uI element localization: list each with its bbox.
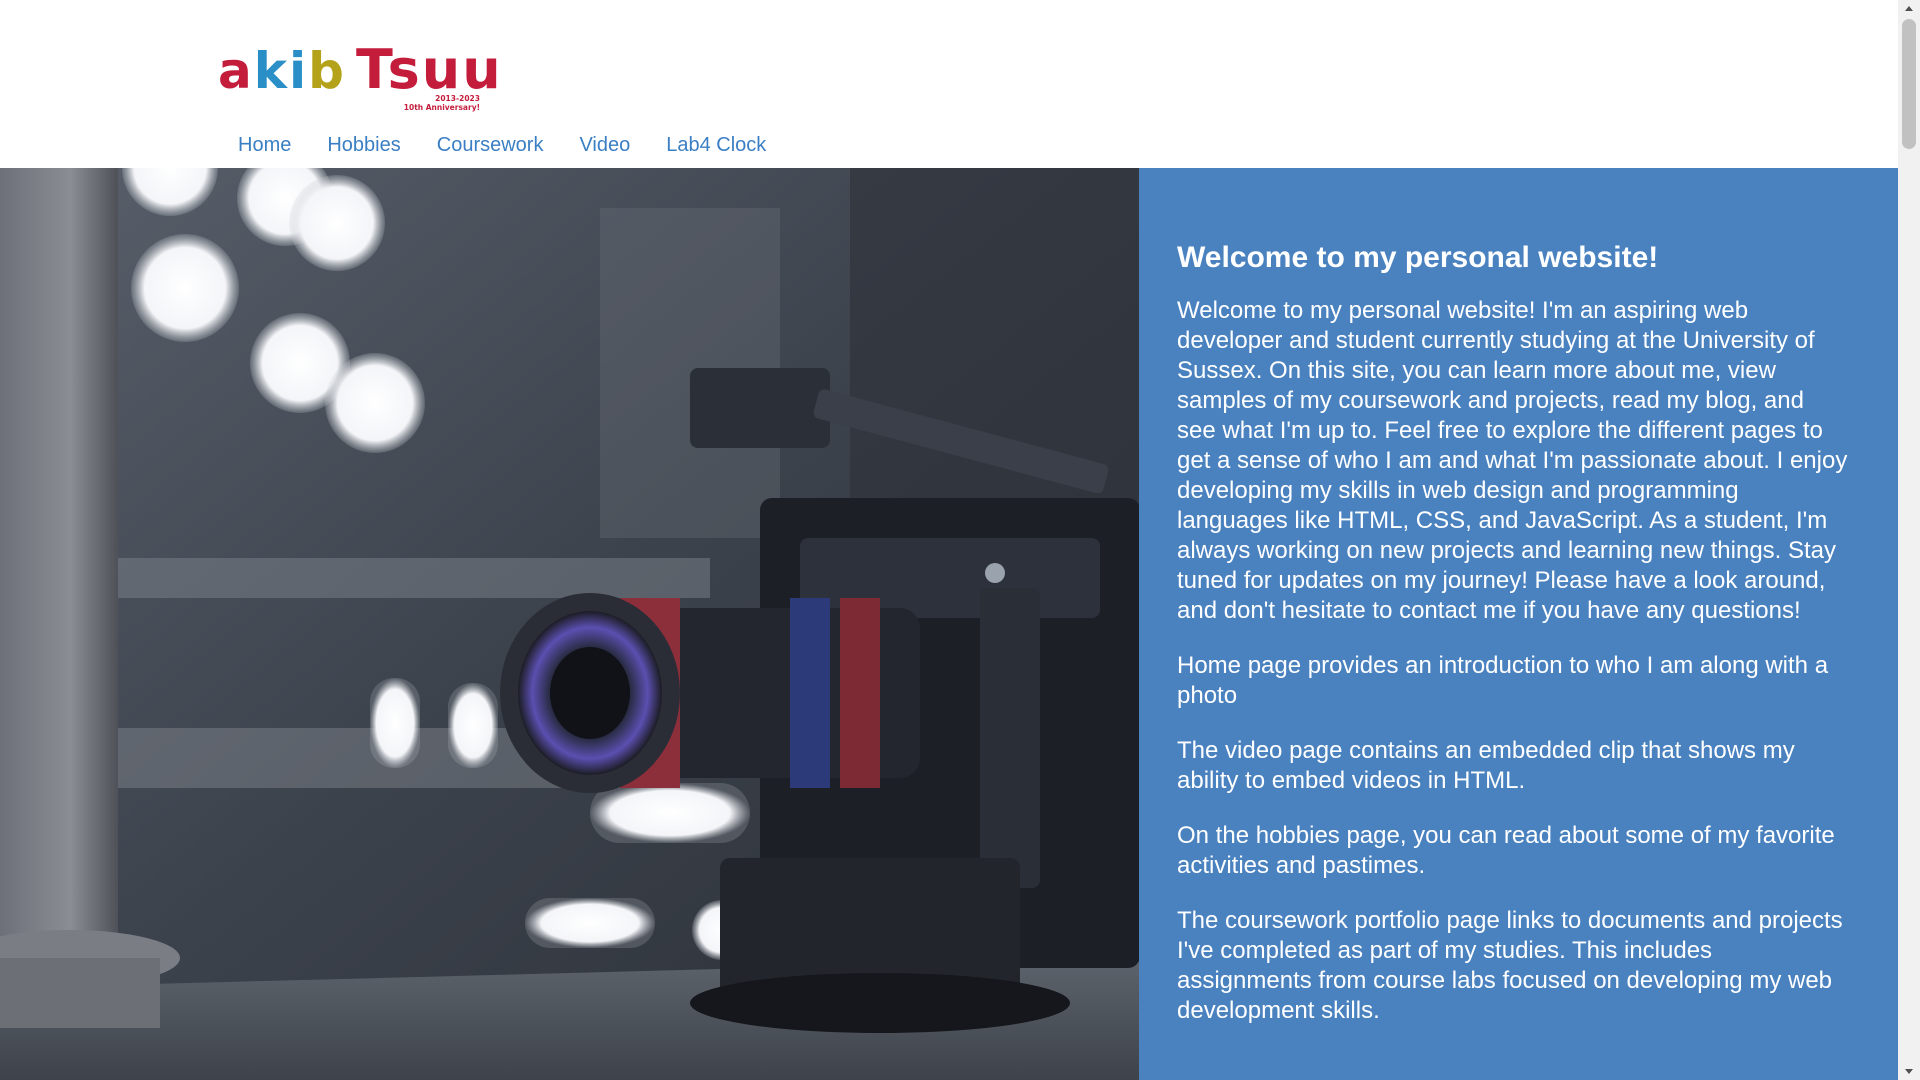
logo-letter: b (308, 42, 346, 100)
site-logo[interactable]: akib Tsuu 2013-2023 10th Anniversary! (218, 34, 501, 118)
video-page-description: The video page contains an embedded clip… (1177, 737, 1795, 794)
intro-panel: Welcome to my personal website! Welcome … (1139, 168, 1898, 1080)
main-nav: Home Hobbies Coursework Video Lab4 Clock (220, 130, 784, 160)
logo-letter: Tsuu (355, 38, 503, 101)
logo-anniversary: 2013-2023 10th Anniversary! (404, 94, 480, 112)
logo-letter: i (289, 42, 309, 100)
scroll-down-icon[interactable] (1898, 1063, 1920, 1080)
hero-section: Welcome to my personal website! Welcome … (0, 168, 1898, 1080)
site-header: akib Tsuu 2013-2023 10th Anniversary! Hom… (0, 0, 1898, 168)
page-scrollbar[interactable] (1898, 0, 1920, 1080)
logo-letter: a (218, 42, 254, 100)
logo-anniversary-text: 10th Anniversary! (403, 103, 480, 112)
home-page-description: Home page provides an introduction to wh… (1177, 652, 1829, 709)
nav-link-home[interactable]: Home (220, 130, 309, 160)
logo-years: 2013-2023 (435, 94, 480, 103)
scrollbar-thumb[interactable] (1902, 19, 1916, 149)
logo-letter: k (253, 42, 290, 100)
nav-link-lab4-clock[interactable]: Lab4 Clock (648, 130, 784, 160)
nav-link-hobbies[interactable]: Hobbies (309, 130, 418, 160)
nav-link-coursework[interactable]: Coursework (419, 130, 562, 160)
coursework-page-description: The coursework portfolio page links to d… (1177, 907, 1843, 1024)
camera-photo-icon (0, 168, 1139, 1080)
intro-paragraph: Welcome to my personal website! I'm an a… (1177, 297, 1848, 624)
hero-photo (0, 168, 1139, 1080)
nav-link-video[interactable]: Video (561, 130, 648, 160)
intro-heading: Welcome to my personal website! (1177, 241, 1659, 274)
scroll-up-icon[interactable] (1898, 0, 1920, 17)
hobbies-page-description: On the hobbies page, you can read about … (1177, 822, 1835, 879)
